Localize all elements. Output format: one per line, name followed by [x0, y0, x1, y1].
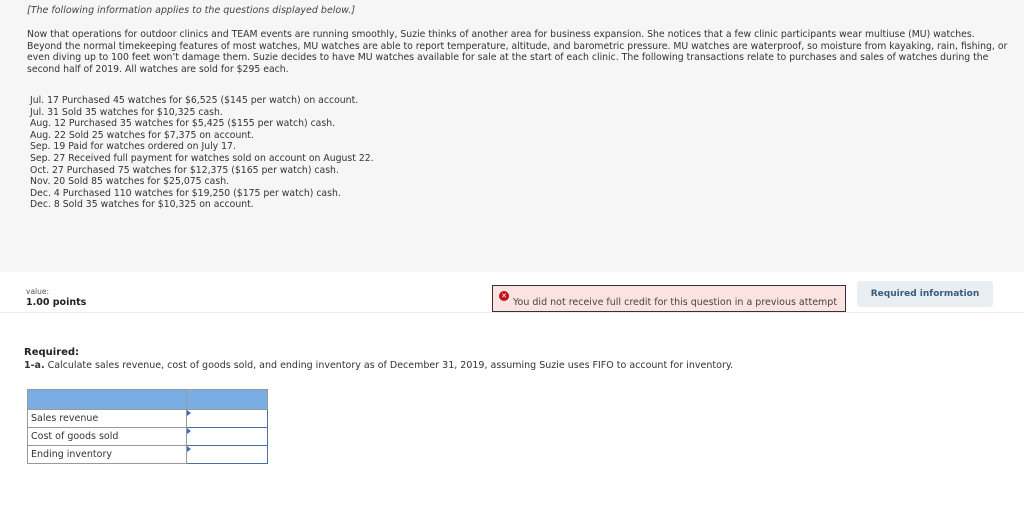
transaction: Oct. 27 Purchased 75 watches for $12,375…: [30, 164, 339, 176]
error-icon: ✕: [499, 291, 509, 301]
row-label: Cost of goods sold: [27, 427, 187, 446]
warning-banner: ✕ You did not receive full credit for th…: [492, 285, 846, 312]
intro-text: [The following information applies to th…: [27, 5, 356, 16]
table-row: Ending inventory: [27, 445, 268, 464]
transaction: Sep. 27 Received full payment for watche…: [30, 152, 374, 164]
marker-icon: [187, 428, 191, 434]
sales-revenue-input[interactable]: [187, 410, 267, 427]
row-label: Ending inventory: [27, 445, 187, 464]
transaction: Jul. 17 Purchased 45 watches for $6,525 …: [30, 95, 359, 106]
transaction: Sep. 19 Paid for watches ordered on July…: [30, 141, 236, 153]
table-row: Cost of goods sold: [27, 427, 268, 446]
required-label: Required:: [24, 347, 80, 358]
transaction: Nov. 20 Sold 85 watches for $25,075 cash…: [30, 176, 230, 188]
marker-icon: [187, 446, 191, 452]
cost-of-goods-sold-input[interactable]: [187, 428, 267, 445]
warning-text: You did not receive full credit for this…: [513, 297, 838, 308]
transaction-list: Jul. 17 Purchased 45 watches for $6,525 …: [30, 95, 374, 211]
transaction: Aug. 22 Sold 25 watches for $7,375 on ac…: [30, 129, 254, 141]
transaction: Dec. 4 Purchased 110 watches for $19,250…: [30, 187, 341, 199]
transaction: Aug. 12 Purchased 35 watches for $5,425 …: [30, 118, 336, 130]
info-panel: [The following information applies to th…: [0, 0, 1024, 272]
answer-table: Sales revenue Cost of goods sold Ending …: [27, 389, 268, 464]
row-label: Sales revenue: [27, 409, 187, 428]
required-information-button[interactable]: Required information: [857, 281, 993, 307]
table-row: Sales revenue: [27, 409, 268, 428]
points: 1.00 points: [26, 297, 87, 308]
part-text: Calculate sales revenue, cost of goods s…: [44, 360, 734, 371]
divider: [0, 312, 1024, 313]
marker-icon: [187, 410, 191, 416]
part-label: 1-a.: [24, 360, 45, 371]
question-text: 1-a. Calculate sales revenue, cost of go…: [24, 360, 733, 371]
scenario-paragraph: Now that operations for outdoor clinics …: [27, 29, 1008, 75]
value-label: value:: [26, 287, 50, 296]
ending-inventory-input[interactable]: [187, 446, 267, 463]
transaction: Dec. 8 Sold 35 watches for $10,325 on ac…: [30, 199, 254, 211]
transaction: Jul. 31 Sold 35 watches for $10,325 cash…: [30, 106, 223, 118]
table-header: [27, 389, 268, 410]
